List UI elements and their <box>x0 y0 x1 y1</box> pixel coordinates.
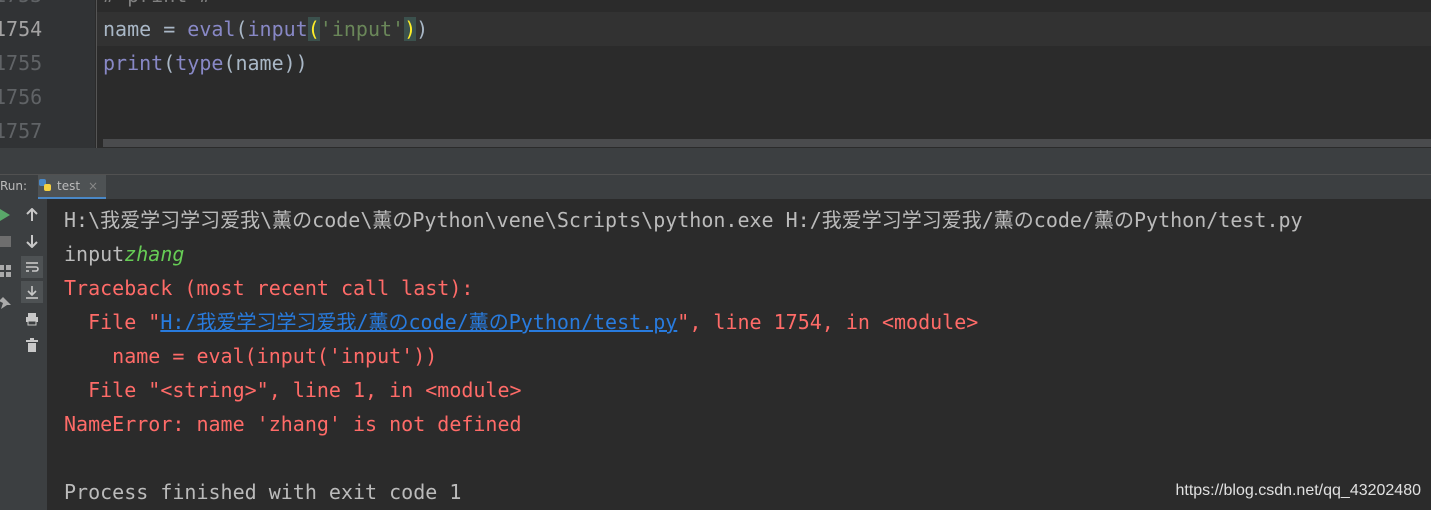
panel-splitter[interactable] <box>0 148 1431 174</box>
run-toolbar-left <box>0 199 14 510</box>
pin-icon[interactable] <box>0 292 16 314</box>
soft-wrap-icon[interactable] <box>21 256 43 278</box>
code-line-comment[interactable]: # print # <box>103 0 211 12</box>
code-token: name <box>103 17 152 41</box>
traceback-source-line: name = eval(input('input')) <box>64 344 438 368</box>
code-token: type <box>175 51 224 75</box>
console-prompt: input <box>64 242 125 266</box>
traceback-string-line: File "<string>", line 1, in <module> <box>64 378 522 402</box>
stop-icon[interactable] <box>0 230 16 252</box>
run-icon[interactable] <box>0 204 16 226</box>
file-link[interactable]: H:/我爱学习学习爱我/薰のcode/薰のPython/test.py <box>160 310 677 334</box>
line-gutter: 1753 1754 1755 1756 1757 <box>0 0 95 148</box>
trash-icon[interactable] <box>21 334 43 356</box>
code-token: input <box>247 17 308 41</box>
tab-label: test <box>57 179 81 193</box>
code-token: ( <box>163 51 176 75</box>
line-number: 1754 <box>0 17 43 41</box>
run-tab-test[interactable]: test × <box>38 175 107 199</box>
code-line-1754[interactable]: name = eval(input('input')) <box>103 12 428 46</box>
up-arrow-icon[interactable] <box>21 204 43 226</box>
code-line-1755[interactable]: print(type(name)) <box>103 46 308 80</box>
code-editor[interactable]: 1753 1754 1755 1756 1757 # print # name … <box>0 0 1431 148</box>
run-console[interactable]: H:\我爱学习学习爱我\薰のcode\薰のPython\vene\Scripts… <box>47 199 1431 510</box>
code-token: (name)) <box>223 51 308 75</box>
process-finished: Process finished with exit code 1 <box>64 480 462 504</box>
python-icon <box>38 178 52 195</box>
line-number: 1755 <box>0 51 43 75</box>
down-arrow-icon[interactable] <box>21 230 43 252</box>
line-number: 1757 <box>0 119 43 143</box>
traceback-text: File " <box>64 310 161 334</box>
code-token: eval <box>187 17 236 41</box>
matched-bracket: ) <box>404 17 417 41</box>
matched-bracket: ( <box>307 17 320 41</box>
layout-icon[interactable] <box>0 260 16 282</box>
console-user-input: zhang <box>124 242 185 266</box>
run-tool-window-header: Run: test × <box>0 174 1431 200</box>
traceback-file-line: File "H:/我爱学习学习爱我/薰のcode/薰のPython/test.p… <box>64 305 978 339</box>
traceback-header: Traceback (most recent call last): <box>64 276 474 300</box>
console-command-line: H:\我爱学习学习爱我\薰のcode\薰のPython\vene\Scripts… <box>64 208 1303 232</box>
traceback-text: ", line 1754, in <module> <box>677 310 979 334</box>
horizontal-scrollbar[interactable] <box>103 139 1431 147</box>
run-toolbar <box>0 199 47 510</box>
code-string: 'input' <box>319 17 405 41</box>
watermark: https://blog.csdn.net/qq_43202480 <box>1175 482 1421 499</box>
console-input-line: inputzhang <box>64 237 184 271</box>
code-token: ( <box>235 17 248 41</box>
code-token: print <box>103 51 164 75</box>
close-icon[interactable]: × <box>88 179 98 193</box>
code-token: = <box>151 17 188 41</box>
code-token: ) <box>416 17 429 41</box>
print-icon[interactable] <box>21 308 43 330</box>
scroll-to-end-icon[interactable] <box>21 281 43 303</box>
line-number: 1753 <box>0 0 44 12</box>
run-label: Run: <box>0 179 28 193</box>
line-number: 1756 <box>0 85 43 109</box>
error-message: NameError: name 'zhang' is not defined <box>64 412 522 436</box>
